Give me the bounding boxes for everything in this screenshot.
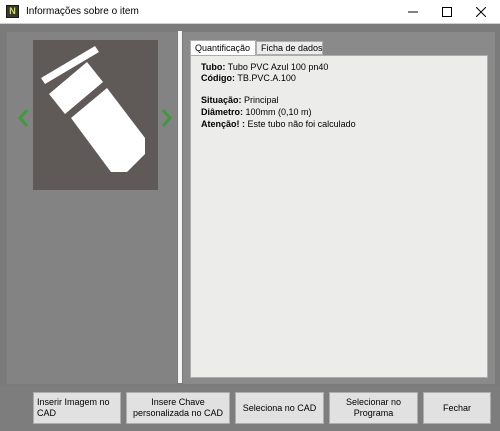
tab-quantificacao[interactable]: Quantificação: [190, 40, 256, 55]
diametro-row: Diâmetro: 100mm (0,10 m): [201, 107, 312, 117]
tubo-row: Tubo: Tubo PVC Azul 100 pn40: [201, 62, 328, 72]
tab-content: Tubo: Tubo PVC Azul 100 pn40 Código: TB.…: [190, 55, 488, 378]
codigo-row: Código: TB.PVC.A.100: [201, 73, 296, 83]
chevron-right-icon: [161, 109, 172, 127]
panel-splitter[interactable]: [178, 31, 182, 383]
maximize-button[interactable]: [430, 0, 464, 24]
close-icon: [476, 7, 486, 17]
select-in-program-button[interactable]: Selecionar no Programa: [329, 392, 418, 424]
select-in-cad-button[interactable]: Seleciona no CAD: [235, 392, 324, 424]
insert-image-cad-button[interactable]: Inserir Imagem no CAD: [33, 392, 121, 424]
tubo-label: Tubo:: [201, 62, 226, 72]
title-bar: N Informações sobre o item: [0, 0, 500, 24]
item-preview-image: [33, 40, 158, 190]
minimize-icon: [408, 11, 418, 13]
image-panel: [7, 32, 177, 384]
codigo-value: TB.PVC.A.100: [237, 73, 296, 83]
maximize-icon: [442, 7, 452, 17]
atencao-row: Atenção! : Este tubo não foi calculado: [201, 119, 356, 129]
situacao-label: Situação:: [201, 95, 242, 105]
window-content: Quantificação Ficha de dados Tubo: Tubo …: [0, 24, 500, 431]
insert-custom-key-button[interactable]: Insere Chave personalizada no CAD: [126, 392, 230, 424]
atencao-label: Atenção! :: [201, 119, 246, 129]
window-title: Informações sobre o item: [26, 6, 139, 17]
codigo-label: Código:: [201, 73, 235, 83]
info-panel: Quantificação Ficha de dados Tubo: Tubo …: [183, 32, 495, 384]
situacao-row: Situação: Principal: [201, 95, 279, 105]
minimize-button[interactable]: [396, 0, 430, 24]
pipe-icon: [41, 46, 145, 172]
tab-ficha-de-dados[interactable]: Ficha de dados: [256, 41, 323, 55]
situacao-value: Principal: [244, 95, 279, 105]
next-image-button[interactable]: [160, 107, 174, 129]
atencao-value: Este tubo não foi calculado: [247, 119, 356, 129]
close-window-button[interactable]: [464, 0, 498, 24]
app-logo-icon: N: [6, 5, 19, 18]
tubo-value: Tubo PVC Azul 100 pn40: [227, 62, 329, 72]
close-button[interactable]: Fechar: [423, 392, 491, 424]
button-bar: Inserir Imagem no CAD Insere Chave perso…: [0, 386, 500, 431]
diametro-value: 100mm (0,10 m): [245, 107, 312, 117]
chevron-left-icon: [18, 109, 29, 127]
previous-image-button[interactable]: [16, 107, 30, 129]
diametro-label: Diâmetro:: [201, 107, 244, 117]
